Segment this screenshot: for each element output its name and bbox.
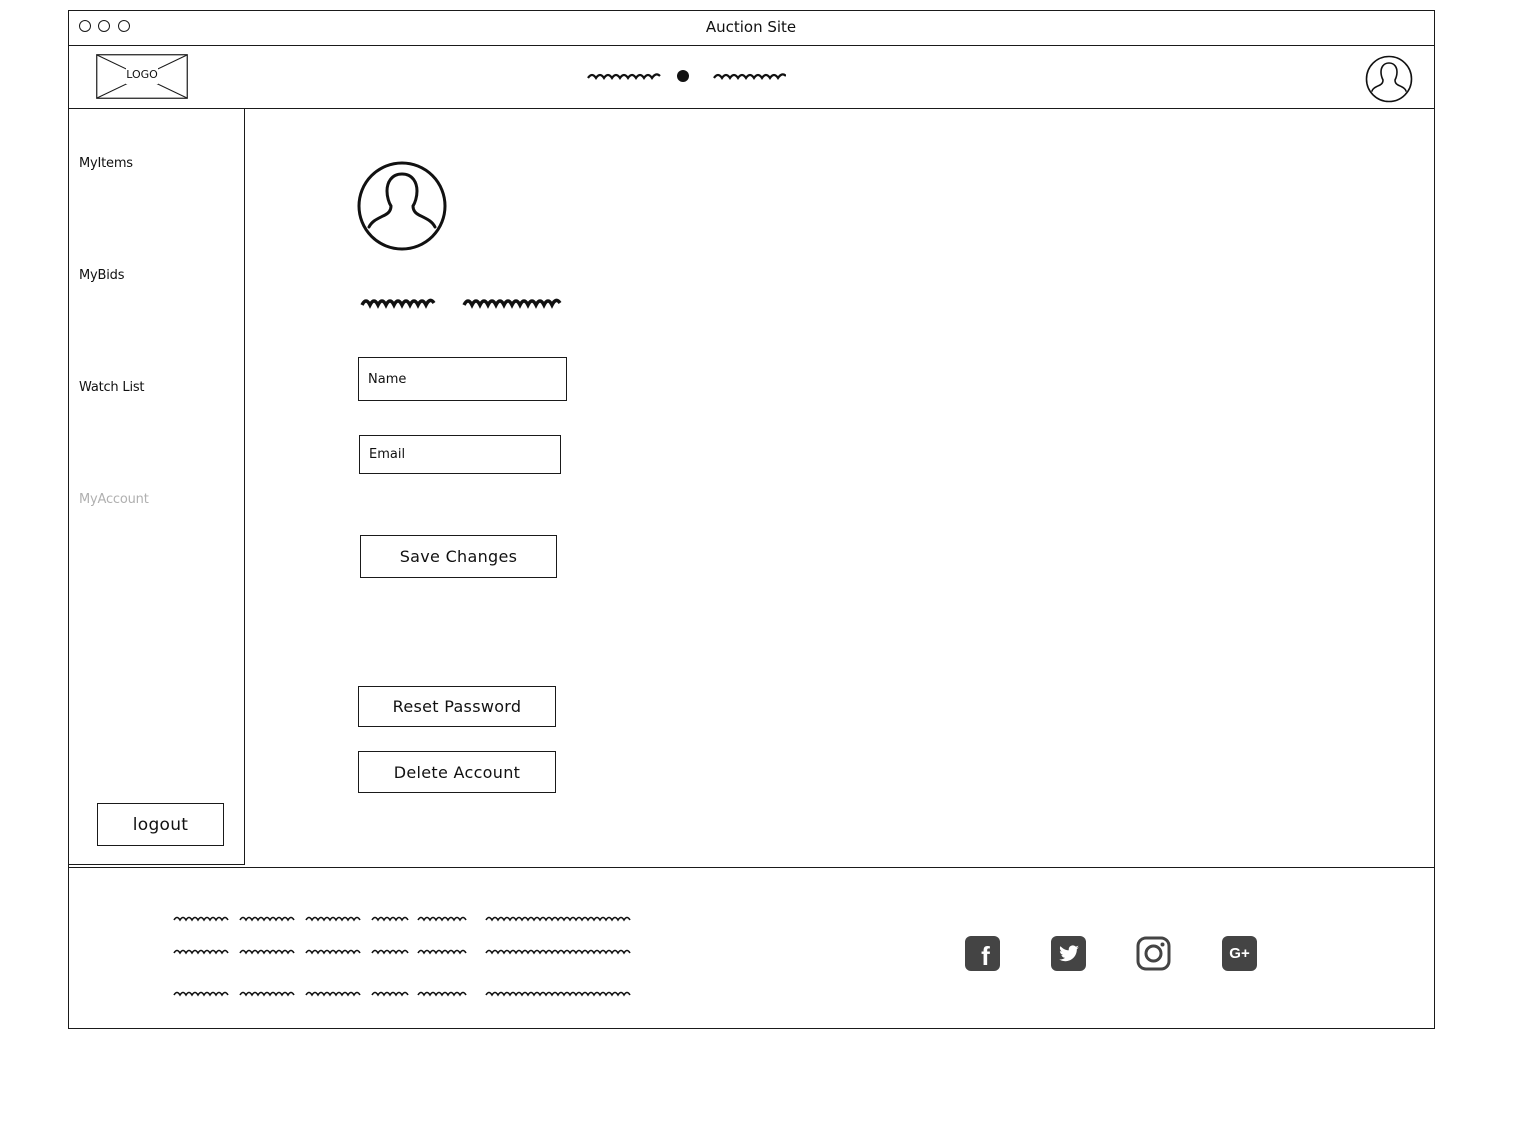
- twitter-bird-icon: [1058, 944, 1079, 961]
- sidebar: MyItems MyBids Watch List MyAccount logo…: [68, 108, 245, 865]
- sidebar-item-myaccount[interactable]: MyAccount: [79, 492, 149, 507]
- user-avatar-icon: [1365, 55, 1413, 103]
- scribble-heading-icon: [360, 298, 562, 309]
- profile-avatar[interactable]: [357, 161, 447, 251]
- instagram-glyph-icon: [1136, 936, 1171, 971]
- logout-button[interactable]: logout: [97, 803, 224, 846]
- facebook-icon[interactable]: f: [965, 936, 1000, 971]
- window-title: Auction Site: [705, 18, 797, 36]
- twitter-icon[interactable]: [1051, 936, 1086, 971]
- name-field[interactable]: Name: [358, 357, 567, 401]
- sidebar-item-mybids[interactable]: MyBids: [79, 268, 124, 283]
- profile-username-scribble: [360, 289, 570, 313]
- google-plus-glyph: G+: [1229, 945, 1250, 962]
- reset-password-button[interactable]: Reset Password: [358, 686, 556, 727]
- sidebar-item-myitems[interactable]: MyItems: [79, 156, 133, 171]
- footer: f G+: [68, 867, 1435, 1029]
- logo[interactable]: LOGO: [96, 54, 188, 99]
- delete-account-button[interactable]: Delete Account: [358, 751, 556, 793]
- scribble-paragraph-icon: [173, 916, 631, 997]
- title-bar: Auction Site: [68, 10, 1435, 46]
- header-nav-scribble[interactable]: [586, 66, 786, 86]
- header-avatar[interactable]: [1365, 55, 1413, 103]
- footer-text-scribble: [172, 912, 642, 1012]
- facebook-glyph: f: [981, 941, 990, 971]
- sidebar-item-watch-list[interactable]: Watch List: [79, 380, 145, 395]
- save-changes-button[interactable]: Save Changes: [360, 535, 557, 578]
- email-field[interactable]: Email: [359, 435, 561, 474]
- instagram-icon[interactable]: [1136, 936, 1171, 971]
- user-avatar-icon: [357, 161, 447, 251]
- scribble-nav-icon: [587, 70, 786, 82]
- main-content: Name Email Save Changes Reset Password D…: [245, 109, 1434, 867]
- logo-text: LOGO: [126, 68, 158, 81]
- google-plus-icon[interactable]: G+: [1222, 936, 1257, 971]
- header-bar: LOGO: [68, 46, 1435, 109]
